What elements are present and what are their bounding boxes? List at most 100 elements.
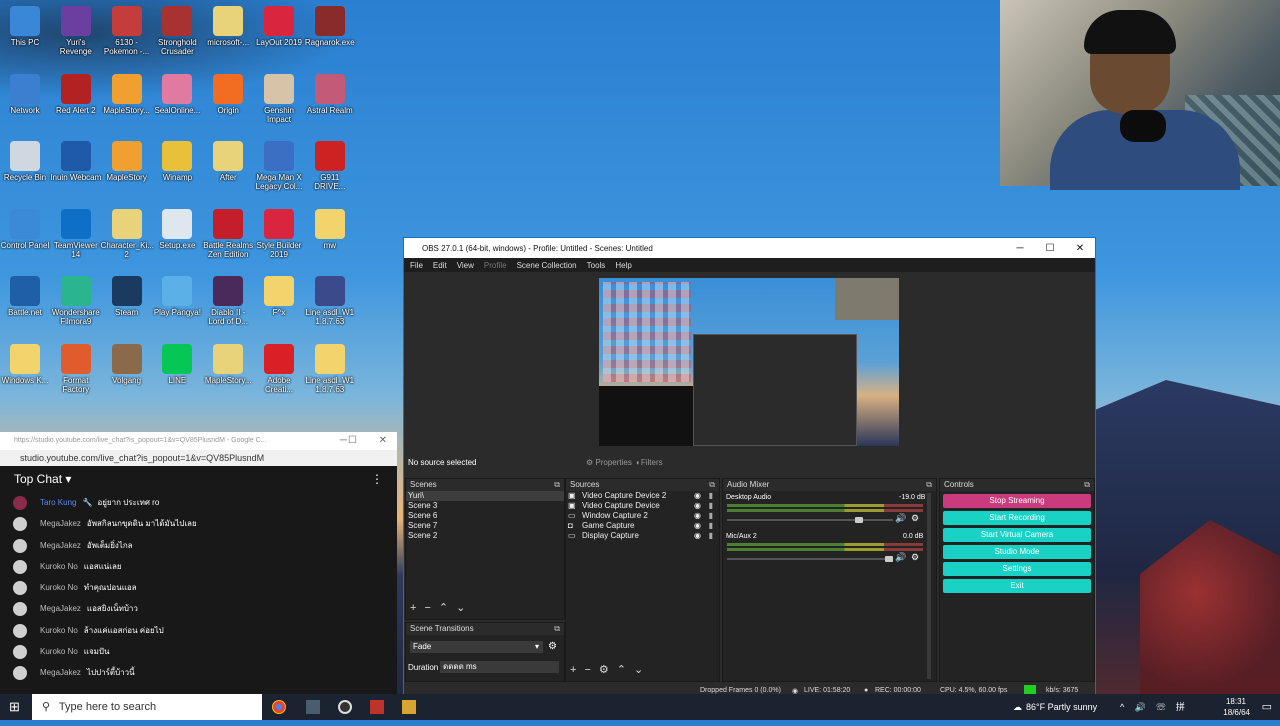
lock-icon[interactable]: ▮ [709,511,713,521]
address-bar[interactable]: studio.youtube.com/live_chat?is_popout=1… [0,450,397,466]
desktop-icon[interactable]: 6130 - Pokemon -... [101,6,153,56]
desktop-icon[interactable]: G911 DRIVE... [304,141,356,191]
more-icon[interactable]: ⋮ [371,466,383,492]
desktop-icon[interactable]: LayOut 2019 [253,6,305,47]
desktop-icon[interactable]: Origin [202,73,254,115]
clock-date[interactable]: 18/6/64 [1223,700,1250,726]
desktop-icon[interactable]: Diablo II - Lord of D... [202,276,254,326]
chat-message[interactable]: Kuroko No แจมปัน [0,641,397,662]
desktop-icon[interactable]: Battle.net [0,276,51,317]
chat-message[interactable]: MegaJakez ไปปาร์ตี้บ้าวนี้ [0,662,397,683]
app-icon[interactable] [402,700,416,714]
desktop-icon[interactable]: Ragnarok.exe [304,6,356,47]
studio-mode-button[interactable]: Studio Mode [943,545,1091,559]
maximize-icon[interactable]: ☐ [1035,243,1065,254]
volume-knob[interactable] [855,517,864,523]
move-up-icon[interactable]: ⌃ [439,602,456,614]
eye-icon[interactable]: ◉ [694,511,701,521]
eye-icon[interactable]: ◉ [694,531,701,541]
desktop-icon[interactable]: Control Panel [0,208,51,250]
chat-message[interactable]: Taro Kung 🔧 อยู่ยาก ประเทศ ro [0,492,397,513]
desktop-icon[interactable]: Inuin Webcam [50,141,102,182]
top-chat-selector[interactable]: Top Chat ▾ ⋮ [0,466,397,492]
scene-item[interactable]: Scene 2 [406,531,564,541]
menu-tools[interactable]: Tools [587,261,606,270]
dock-icon[interactable]: ⧉ [1084,479,1090,491]
source-item[interactable]: ▭ Display Capture ◉ ▮ [566,531,719,541]
desktop-icon[interactable]: microsoft-... [202,6,254,47]
properties-button[interactable]: ⚙ Properties [586,456,632,470]
desktop-icon[interactable]: TeamViewer 14 [50,208,102,259]
exit-button[interactable]: Exit [943,579,1091,593]
gear-icon[interactable]: ⚙ [599,664,617,676]
lock-icon[interactable]: ▮ [709,531,713,541]
transition-gear-icon[interactable]: ⚙ [548,641,557,652]
desktop-icon[interactable]: Yuri's Revenge [50,6,102,56]
filters-button[interactable]: ◐Filters [636,456,663,470]
source-item[interactable]: ▭ Window Capture 2 ◉ ▮ [566,511,719,521]
desktop-icon[interactable]: Adobe Creati... [253,343,305,394]
minimize-icon[interactable]: ─ [340,432,347,450]
desktop-icon[interactable]: Astral Realm [304,73,356,115]
desktop-icon[interactable]: LINE [151,343,203,385]
scene-item[interactable]: Scene 6 [406,511,564,521]
add-icon[interactable]: + [410,602,424,614]
menu-help[interactable]: Help [615,261,631,270]
volume-knob[interactable] [885,556,893,562]
scene-item[interactable]: Scene 7 [406,521,564,531]
chat-message[interactable]: Kuroko No ทำคุณปอนแอล [0,577,397,598]
add-icon[interactable]: + [570,664,584,676]
eye-icon[interactable]: ◉ [694,491,701,501]
obs-preview[interactable] [599,278,899,446]
tray-icons[interactable]: ^ 🔊 ☏ 拼 [1120,694,1204,720]
speaker-icon[interactable]: 🔊 [895,513,906,524]
remove-icon[interactable]: − [424,602,438,614]
remove-icon[interactable]: − [584,664,598,676]
scene-item[interactable]: Scene 3 [406,501,564,511]
desktop-icon[interactable]: Wondershare Filmora9 [50,276,102,326]
desktop-icon[interactable]: Winamp [151,141,203,182]
dock-icon[interactable]: ⧉ [554,623,560,635]
desktop-icon[interactable]: Genshin Impact [253,73,305,124]
desktop-icon[interactable]: Network [0,73,51,115]
desktop-icon[interactable]: MapleStory [101,141,153,182]
lock-icon[interactable]: ▮ [709,521,713,531]
eye-icon[interactable]: ◉ [694,521,701,531]
menu-view[interactable]: View [457,261,474,270]
settings-button[interactable]: Settings [943,562,1091,576]
desktop-icon[interactable]: Line asdl_W1 1.8.7.63 [304,276,356,326]
move-down-icon[interactable]: ⌄ [634,664,651,676]
menu-file[interactable]: File [410,261,423,270]
notification-icon[interactable]: ▭ [1262,694,1272,720]
scrollbar[interactable] [927,493,931,679]
chrome-icon[interactable] [272,700,286,714]
source-item[interactable]: ◘ Game Capture ◉ ▮ [566,521,719,531]
maximize-icon[interactable]: ☐ [348,432,357,450]
desktop-icon[interactable]: Battle Realms Zen Edition [202,208,254,259]
source-item[interactable]: ▣ Video Capture Device 2 ◉ ▮ [566,491,719,501]
eye-icon[interactable]: ◉ [694,501,701,511]
lock-icon[interactable]: ▮ [709,501,713,511]
taskbar-search[interactable]: ⚲ Type here to search [32,694,262,720]
desktop-icon[interactable]: Mega Man X Legacy Col... [253,141,305,191]
stop-streaming-button[interactable]: Stop Streaming [943,494,1091,508]
transition-select[interactable]: Fade ▾ [410,641,543,653]
desktop-icon[interactable]: Character_Ki... 2 [101,208,154,259]
scene-item[interactable]: Yuri\ [406,491,564,501]
start-recording-button[interactable]: Start Recording [943,511,1091,525]
chat-message[interactable]: MegaJakez อัพสกิลนกขุดดิน มาได้มันไปเลย [0,513,397,534]
desktop-icon[interactable]: Red Alert 2 [50,73,102,115]
gear-icon[interactable]: ⚙ [911,552,919,563]
chat-message[interactable]: MegaJakez แอสยิงเน็ทบ้าว [0,598,397,619]
desktop-icon[interactable]: MapleStory... [101,73,153,115]
dock-icon[interactable]: ⧉ [554,479,560,491]
dock-icon[interactable]: ⧉ [709,479,715,491]
desktop-icon[interactable]: Line asdl_W1 1.8.7.63 [304,343,356,394]
desktop-icon[interactable]: After [202,141,254,182]
desktop-icon[interactable]: Windows K... [0,343,51,385]
lock-icon[interactable]: ▮ [709,491,713,501]
close-icon[interactable]: ✕ [379,432,387,450]
minimize-icon[interactable]: ─ [1005,243,1035,254]
obs-icon[interactable] [338,700,352,714]
menu-profile[interactable]: Profile [484,261,507,270]
